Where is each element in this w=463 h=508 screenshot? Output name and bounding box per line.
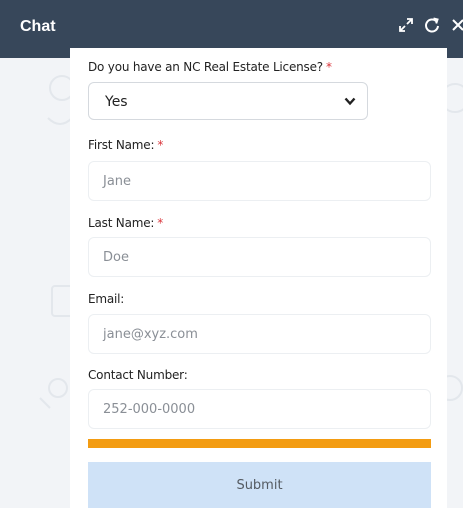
header-actions (397, 16, 463, 34)
chevron-down-icon (343, 94, 357, 108)
last-name-label: Last Name: * (88, 216, 163, 230)
email-placeholder: jane@xyz.com (103, 327, 198, 342)
form-progress-bar (88, 439, 431, 448)
email-input[interactable]: jane@xyz.com (88, 314, 431, 354)
chat-title: Chat (20, 18, 56, 35)
email-label-text: Email: (88, 292, 125, 306)
required-mark: * (157, 216, 164, 230)
required-mark: * (157, 138, 164, 152)
last-name-input[interactable]: Doe (88, 237, 431, 277)
contact-number-input[interactable]: 252-000-0000 (88, 389, 431, 429)
contact-number-label-text: Contact Number: (88, 368, 188, 382)
required-mark: * (325, 60, 332, 74)
first-name-placeholder: Jane (103, 174, 132, 189)
submit-button[interactable]: Submit (88, 462, 431, 508)
license-label: Do you have an NC Real Estate License? * (88, 60, 332, 74)
form-progress-fill (88, 439, 431, 448)
first-name-label: First Name: * (88, 138, 163, 152)
expand-icon[interactable] (397, 16, 415, 34)
contact-number-label: Contact Number: (88, 368, 188, 382)
first-name-label-text: First Name: (88, 138, 155, 152)
contact-number-placeholder: 252-000-0000 (103, 402, 196, 417)
refresh-icon[interactable] (423, 16, 441, 34)
license-selected-value: Yes (105, 94, 128, 110)
first-name-input[interactable]: Jane (88, 161, 431, 201)
last-name-placeholder: Doe (103, 250, 129, 265)
lead-form: Do you have an NC Real Estate License? * … (70, 48, 447, 508)
email-label: Email: (88, 292, 124, 306)
last-name-label-text: Last Name: (88, 216, 155, 230)
license-select[interactable]: Yes (88, 82, 368, 120)
close-icon[interactable] (449, 16, 463, 34)
license-label-text: Do you have an NC Real Estate License? (88, 60, 323, 74)
